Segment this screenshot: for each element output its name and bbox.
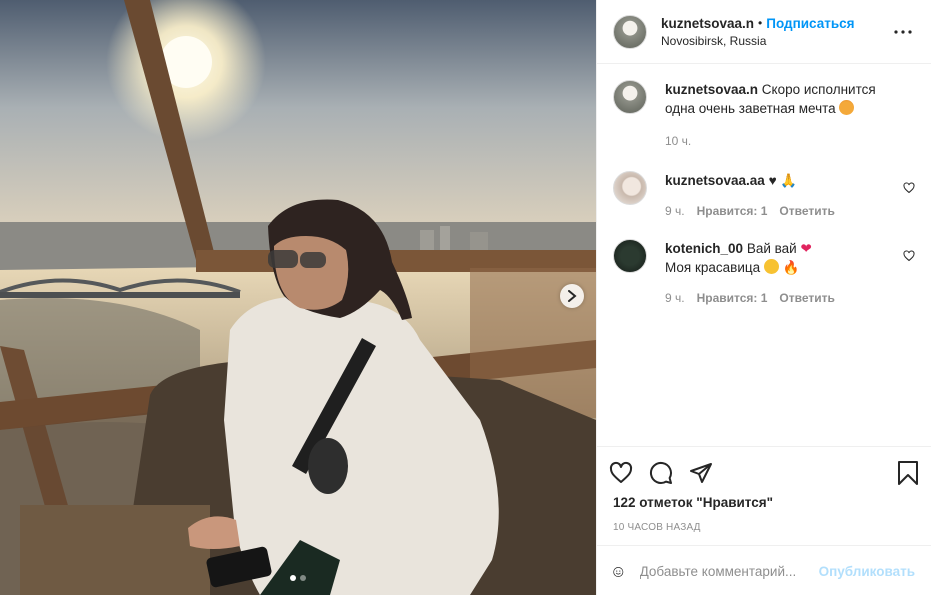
- caption-time[interactable]: 10 ч.: [665, 132, 691, 151]
- comment-input[interactable]: [637, 563, 819, 580]
- heart-icon: [903, 250, 915, 262]
- comment-item: kuznetsovaa.aa ♥ 🙏 9 ч. Нравится: 1 Отве…: [613, 171, 915, 221]
- fire-emoji: 🔥: [782, 260, 800, 275]
- chevron-right-icon: [568, 290, 577, 302]
- praying-hands-emoji: 🙏: [780, 173, 798, 188]
- caption-username[interactable]: kuznetsovaa.n: [665, 82, 758, 97]
- comments-list[interactable]: kuznetsovaa.n Скоро исполнится одна очен…: [597, 64, 931, 446]
- comment-text: Вай вай: [746, 241, 797, 256]
- heart-eyes-emoji: [763, 259, 779, 274]
- caption-meta: 10 ч.: [665, 132, 887, 151]
- carousel-dot: [290, 575, 296, 581]
- header-text: kuznetsovaa.n • Подписаться Novosibirsk,…: [661, 16, 891, 48]
- post-location[interactable]: Novosibirsk, Russia: [661, 34, 891, 48]
- comment-time[interactable]: 9 ч.: [665, 202, 685, 221]
- action-bar: [597, 447, 931, 499]
- header-line: kuznetsovaa.n • Подписаться: [661, 16, 891, 31]
- more-icon: [894, 29, 912, 34]
- heart-icon: [609, 461, 633, 483]
- likes-count[interactable]: 122 отметок "Нравится": [597, 495, 931, 510]
- follow-button[interactable]: Подписаться: [766, 16, 854, 31]
- reply-button[interactable]: Ответить: [779, 202, 834, 221]
- comment-body: kotenich_00 Вай вай ❤ Моя красавица 🔥 9 …: [665, 239, 915, 308]
- next-photo-button[interactable]: [560, 284, 584, 308]
- comment-item: kotenich_00 Вай вай ❤ Моя красавица 🔥 9 …: [613, 239, 915, 308]
- carousel-indicator: [0, 575, 596, 581]
- author-username[interactable]: kuznetsovaa.n: [661, 16, 754, 31]
- comment-avatar[interactable]: [613, 239, 647, 273]
- comment-body: kuznetsovaa.aa ♥ 🙏 9 ч. Нравится: 1 Отве…: [665, 171, 915, 221]
- post-footer: 122 отметок "Нравится" 10 ЧАСОВ НАЗАД Оп…: [597, 446, 931, 580]
- save-button[interactable]: [879, 453, 919, 493]
- post-timestamp[interactable]: 10 ЧАСОВ НАЗАД: [597, 522, 931, 533]
- comment-time[interactable]: 9 ч.: [665, 289, 685, 308]
- reply-button[interactable]: Ответить: [779, 289, 834, 308]
- comment-likes[interactable]: Нравится: 1: [697, 289, 768, 308]
- smiley-icon[interactable]: [613, 560, 624, 584]
- red-heart-emoji: ❤: [800, 241, 812, 256]
- comment-avatar[interactable]: [613, 171, 647, 205]
- post-dialog: kuznetsovaa.n • Подписаться Novosibirsk,…: [0, 0, 931, 595]
- comment-likes[interactable]: Нравится: 1: [697, 202, 768, 221]
- comment-text-line2: Моя красавица: [665, 260, 761, 275]
- share-icon: [690, 463, 712, 483]
- share-button[interactable]: [689, 453, 729, 493]
- comment-meta: 9 ч. Нравится: 1 Ответить: [665, 289, 887, 308]
- like-comment-button[interactable]: [903, 249, 915, 267]
- author-avatar[interactable]: [613, 14, 647, 49]
- add-comment-bar: Опубликовать: [597, 545, 931, 597]
- header-separator: •: [758, 16, 763, 30]
- post-photo[interactable]: [0, 0, 596, 595]
- comment-username[interactable]: kuznetsovaa.aa: [665, 173, 765, 188]
- comment-button[interactable]: [649, 453, 689, 493]
- more-options-button[interactable]: [891, 29, 915, 34]
- photo-scene: [0, 0, 596, 595]
- like-comment-button[interactable]: [903, 181, 915, 199]
- comment-meta: 9 ч. Нравится: 1 Ответить: [665, 202, 887, 221]
- caption: kuznetsovaa.n Скоро исполнится одна очен…: [613, 80, 915, 151]
- comment-text: ♥: [768, 173, 777, 188]
- comment-icon: [649, 461, 672, 484]
- post-sidebar: kuznetsovaa.n • Подписаться Novosibirsk,…: [596, 0, 931, 595]
- smiling-cat-emoji: [839, 100, 855, 115]
- post-header: kuznetsovaa.n • Подписаться Novosibirsk,…: [597, 0, 931, 64]
- comment-username[interactable]: kotenich_00: [665, 241, 743, 256]
- heart-icon: [903, 182, 915, 194]
- caption-body: kuznetsovaa.n Скоро исполнится одна очен…: [665, 80, 915, 151]
- caption-avatar[interactable]: [613, 80, 647, 114]
- publish-button[interactable]: Опубликовать: [819, 564, 915, 579]
- like-button[interactable]: [609, 453, 649, 493]
- bookmark-icon: [898, 461, 918, 485]
- carousel-dot: [300, 575, 306, 581]
